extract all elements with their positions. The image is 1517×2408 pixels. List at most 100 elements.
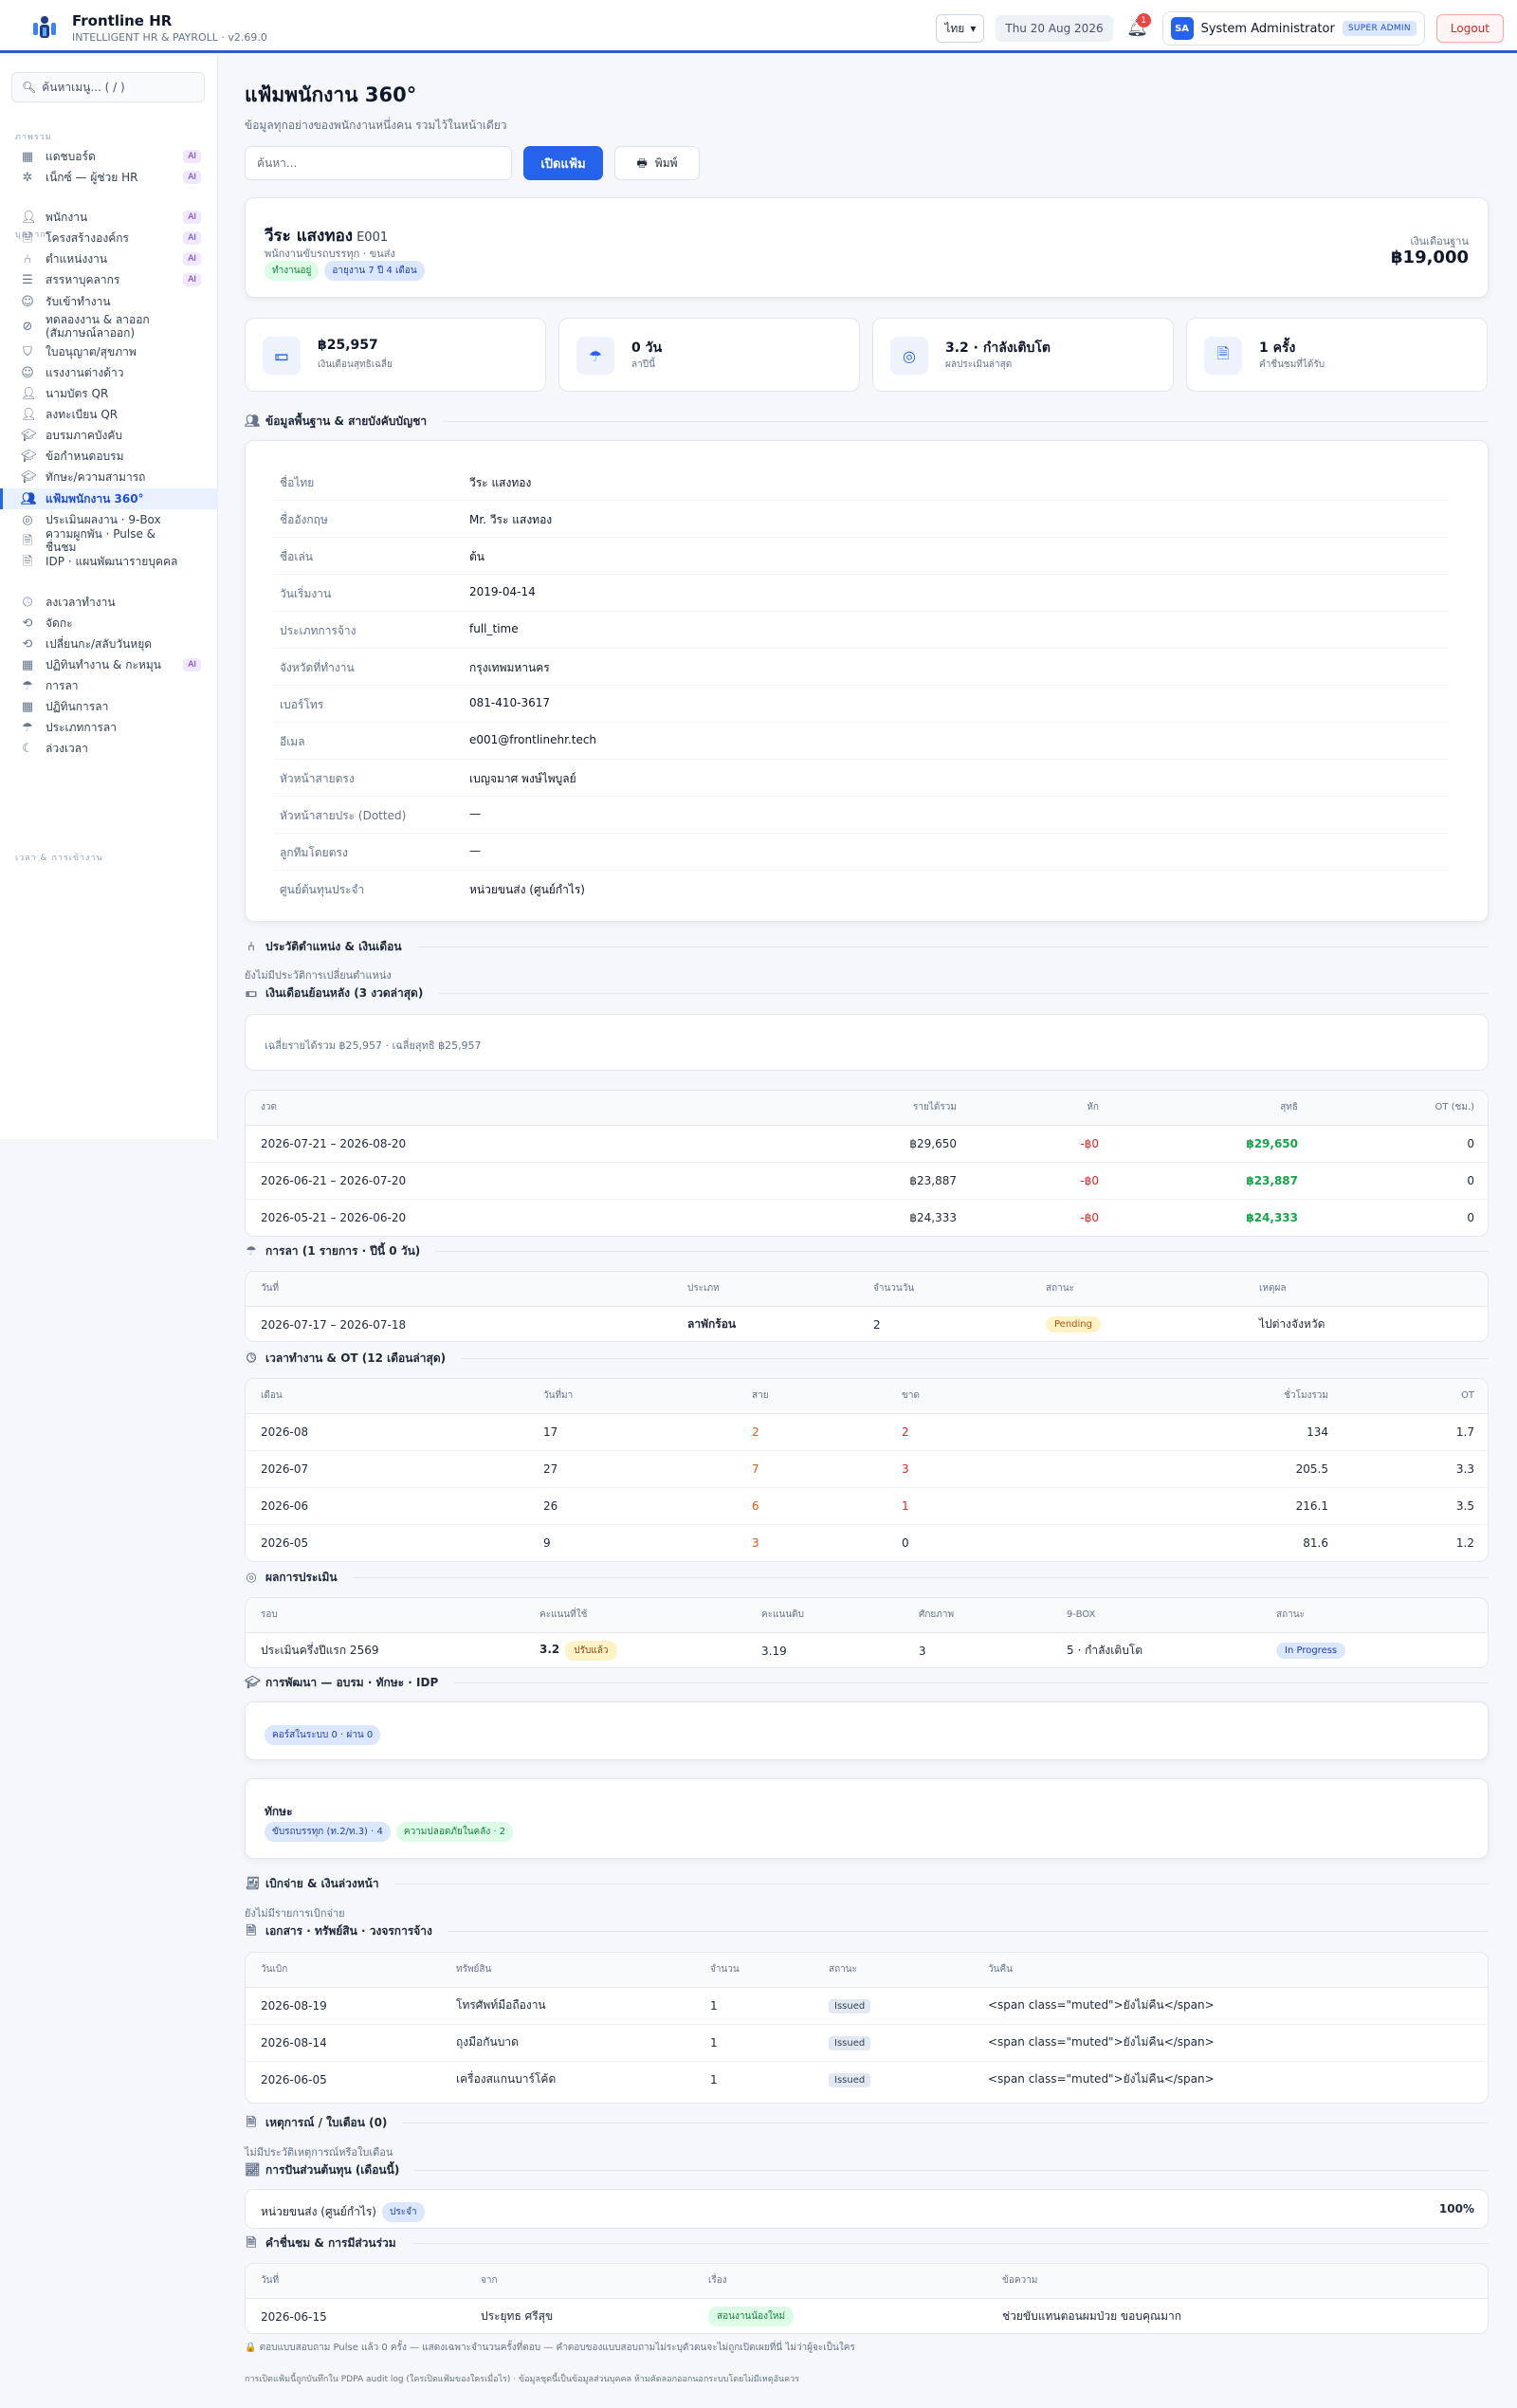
sidebar-item[interactable]: ✲ เน็กซ์ — ผู้ช่วย HR AI <box>0 167 218 188</box>
praise-table: วันที่ จาก เรื่อง ข้อความ 2026-06-15 ประย… <box>246 2264 1488 2333</box>
menu-search-input[interactable]: 🔍︎ ค้นหาเมนู... ( / ) <box>11 72 205 102</box>
col-net: สุทธิ <box>1099 1091 1298 1126</box>
sidebar-item[interactable]: ☰ สรรหาบุคลากร AI <box>0 269 218 290</box>
sidebar-item-label: ปฏิทินทำงาน & กะหมุน <box>46 657 161 671</box>
logout-button[interactable]: Logout <box>1435 14 1504 43</box>
section-position-history: ⑃ ประวัติตำแหน่ง & เงินเดือน <box>245 938 1489 956</box>
status-badge: Issued <box>829 2072 871 2087</box>
sidebar-item-label: ประเภทการลา <box>46 720 117 734</box>
payroll-table: งวด รายได้รวม หัก สุทธิ OT (ชม.) 2026-07… <box>246 1091 1488 1236</box>
brand[interactable]: Frontline HR INTELLIGENT HR & PAYROLL · … <box>30 12 267 44</box>
table-cell: ฿29,650 <box>1099 1125 1298 1163</box>
sidebar-item[interactable]: 🗎︎ ความผูกพัน · Pulse & ชื่นชม <box>0 527 218 554</box>
sidebar-item[interactable]: ▦ ปฏิทินทำงาน & กะหมุน AI <box>0 654 218 675</box>
col-type: ประเภท <box>687 1272 873 1307</box>
sidebar-item[interactable]: ⑃ ตำแหน่งงาน AI <box>0 248 218 269</box>
sidebar-item[interactable]: 👥︎ แฟ้มพนักงาน 360° <box>0 488 218 509</box>
section-incidents: 🗎︎ เหตุการณ์ / ใบเตือน (0) <box>245 2114 1489 2132</box>
sidebar-item[interactable]: ⛉ ใบอนุญาต/สุขภาพ <box>0 341 218 362</box>
divider <box>274 500 1450 501</box>
notification-button[interactable]: 🔔︎ 1 <box>1124 13 1151 42</box>
sidebar-item[interactable]: 👤︎ นามบัตร QR <box>0 383 218 404</box>
col-return-date: วันคืน <box>988 1953 1488 1988</box>
employee-name: วีระ แสงทอง <box>265 227 354 246</box>
menu-icon: ▦ <box>21 149 34 164</box>
table-cell: <span class="muted">ยังไม่คืน</span> <box>988 2072 1215 2086</box>
section-assets: 🗎︎ เอกสาร · ทรัพย์สิน · วงจรการจ้าง <box>245 1922 1489 1940</box>
sidebar-item[interactable]: ▦ ปฏิทินการลา <box>0 696 218 717</box>
table-cell: 2026-06 <box>246 1487 543 1525</box>
sidebar-item[interactable]: 🗎︎ โครงสร้างองค์กร AI <box>0 228 218 248</box>
attendance-table-card: เดือน วันที่มา สาย ขาด ชั่วโมงรวม OT 202… <box>245 1378 1489 1562</box>
sidebar-item[interactable]: ▦ แดชบอร์ด AI <box>0 146 218 167</box>
base-salary-value: ฿19,000 <box>1391 248 1469 267</box>
section-title: เบิกจ่าย & เงินล่วงหน้า <box>265 1877 379 1890</box>
section-title: การพัฒนา — อบรม · ทักษะ · IDP <box>265 1676 439 1689</box>
sidebar-item[interactable]: ☺ แรงงานต่างด้าว <box>0 362 218 383</box>
divider <box>274 648 1450 649</box>
menu-icon: ✲ <box>22 170 33 185</box>
table-cell: 81.6 <box>1303 1535 1328 1550</box>
sidebar-item[interactable]: 🎓︎ ข้อกำหนดอบรม <box>0 446 218 467</box>
print-button[interactable]: 🖶 พิมพ์ <box>614 146 700 180</box>
table-cell: 2026-08-19 <box>246 1987 456 2025</box>
section-praise: 🗎︎ คำชื่นชม & การมีส่วนร่วม <box>245 2234 1489 2252</box>
section-title: เวลาทำงาน & OT (12 เดือนล่าสุด) <box>265 1351 447 1365</box>
menu-icon: 🗎︎ <box>22 554 33 569</box>
user-menu[interactable]: SA System Administrator SUPER ADMIN <box>1161 11 1425 46</box>
sidebar-item[interactable]: ☂︎ ประเภทการลา <box>0 717 218 738</box>
col-status: สถานะ <box>1046 1272 1259 1307</box>
skills-card: ทักษะ ขับรถบรรทุก (ท.2/ท.3) · 4 ความปลอด… <box>245 1778 1489 1859</box>
sidebar-item[interactable]: ☺ รับเข้าทำงาน <box>0 291 218 312</box>
sidebar-item-label: สรรหาบุคลากร <box>46 272 120 286</box>
table-cell: ฿23,887 <box>843 1162 957 1200</box>
col-date: วันที่ <box>246 1272 687 1307</box>
kpi-value: ฿25,957 <box>318 338 378 353</box>
table-cell: ฿24,333 <box>1246 1210 1298 1224</box>
menu-icon: ⟲ <box>22 616 33 631</box>
cost-card: หน่วยขนส่ง (ศูนย์กำไร) ประจำ 100% <box>245 2189 1489 2229</box>
open-file-button[interactable]: เปิดแฟ้ม <box>523 146 603 180</box>
table-row: 2026-07-21 – 2026-08-20 ฿29,650 -฿0 ฿29,650… <box>246 1125 1488 1163</box>
sidebar-item[interactable]: ⟲ เปลี่ยนกะ/สลับวันหยุด <box>0 634 218 654</box>
sidebar-item[interactable]: 🎓︎ ทักษะ/ความสามารถ <box>0 467 218 487</box>
language-select[interactable]: ไทย ▾ <box>936 14 985 43</box>
sidebar-item[interactable]: ☾ ล่วงเวลา <box>0 738 218 759</box>
sidebar-item[interactable]: 🎓︎ อบรมภาคบังคับ <box>0 425 218 446</box>
divider <box>274 611 1450 612</box>
table-cell: 1 <box>710 1987 829 2025</box>
table-cell: 7 <box>752 1450 902 1488</box>
menu-icon: ☺ <box>21 365 34 380</box>
table-cell: 3 <box>919 1644 926 1658</box>
payroll-summary-card: เฉลี่ยรายได้รวม ฿25,957 · เฉลี่ยสุทธิ ฿2… <box>245 1014 1489 1071</box>
sidebar-item[interactable]: 👤︎ พนักงาน AI <box>0 207 218 228</box>
sidebar-item-label: ลงทะเบียน QR <box>46 407 119 421</box>
employee-search-input[interactable]: ค้นหา... <box>245 146 512 180</box>
sidebar-item[interactable]: 👤︎ ลงทะเบียน QR <box>0 404 218 425</box>
sidebar-item-label: จัดกะ <box>46 616 73 630</box>
menu-icon: ⊘ <box>22 319 33 334</box>
courses-badge: คอร์สในระบบ 0 · ผ่าน 0 <box>265 1725 381 1745</box>
col-late: สาย <box>752 1379 902 1414</box>
assets-table-card: วันเบิก ทรัพย์สิน จำนวน สถานะ วันคืน 202… <box>245 1952 1489 2104</box>
date-chip: Thu 20 Aug 2026 <box>996 15 1113 42</box>
table-cell: ฿23,887 <box>1099 1162 1298 1200</box>
sidebar: 🔍︎ ค้นหาเมนู... ( / ) ภาพรวม บุคลากร เวลา… <box>0 56 218 1139</box>
sidebar-item[interactable]: ⟲ จัดกะ <box>0 613 218 634</box>
graduation-cap-icon: 🎓︎ <box>245 1676 261 1690</box>
info-key: ลูกทีมโดยตรง <box>280 846 348 859</box>
sidebar-item-label: เน็กซ์ — ผู้ช่วย HR <box>46 170 138 184</box>
sidebar-item[interactable]: 🗎︎ IDP · แผนพัฒนารายบุคคล <box>0 551 218 572</box>
table-cell: 2026-06-21 – 2026-07-20 <box>246 1162 843 1200</box>
table-cell: 9 <box>543 1535 551 1550</box>
target-icon: ◎ <box>890 337 928 375</box>
sidebar-item[interactable]: 🕓︎ ลงเวลาทำงาน <box>0 592 218 613</box>
sidebar-item[interactable]: ☂︎ การลา <box>0 675 218 696</box>
ai-badge: AI <box>183 273 201 286</box>
divider <box>274 870 1450 871</box>
table-cell: In Progress <box>1276 1632 1488 1667</box>
table-cell: 0 <box>1298 1162 1488 1200</box>
table-cell: ถุงมือกันบาด <box>456 2024 710 2062</box>
sidebar-item[interactable]: ⊘ ทดลองงาน & ลาออก (สัมภาษณ์ลาออก) <box>0 312 218 340</box>
umbrella-icon: ☂︎ <box>246 1244 257 1259</box>
